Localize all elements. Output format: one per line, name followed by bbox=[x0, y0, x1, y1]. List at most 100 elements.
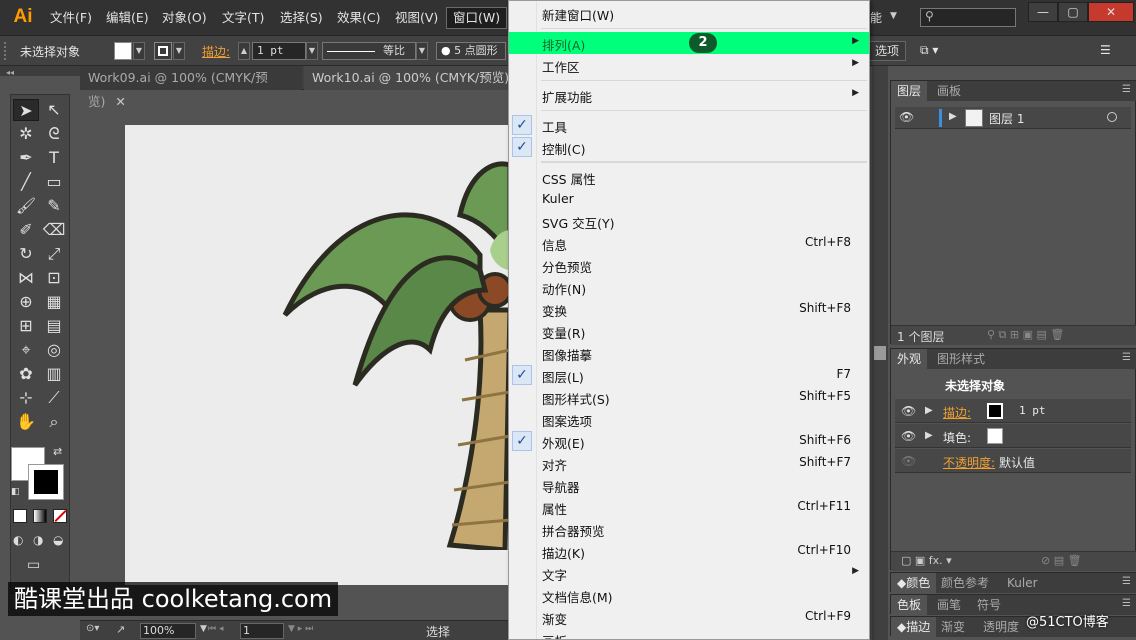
menu-item[interactable]: 文档信息(M) bbox=[509, 584, 869, 606]
slice-tool-icon[interactable]: ⟋ bbox=[41, 387, 67, 409]
eyedropper-tool-icon[interactable]: ⌖ bbox=[13, 339, 39, 361]
minimize-button[interactable]: — bbox=[1028, 2, 1058, 22]
tab-swatches[interactable]: 色板 bbox=[891, 595, 928, 615]
width-tool-icon[interactable]: ⋈ bbox=[13, 267, 39, 289]
chevron-down-icon[interactable]: ▼ bbox=[306, 42, 318, 60]
zoom-field[interactable]: 100% bbox=[140, 623, 196, 639]
pencil-tool-icon[interactable]: ✎ bbox=[41, 195, 67, 217]
eraser-tool-icon[interactable]: ⌫ bbox=[41, 219, 67, 241]
shape-builder-tool-icon[interactable]: ⊕ bbox=[13, 291, 39, 313]
menu-item[interactable]: ✓ 控制(C) bbox=[509, 136, 869, 158]
stroke-weight-field[interactable]: 1 pt bbox=[252, 42, 306, 60]
tab-brushes[interactable]: 画笔 bbox=[931, 595, 967, 615]
target-circle-icon[interactable] bbox=[1107, 112, 1117, 122]
screen-mode-icon[interactable]: ▭ bbox=[27, 557, 40, 573]
menu-item[interactable]: 分色预览 bbox=[509, 254, 869, 276]
pen-tool-icon[interactable]: ✒ bbox=[13, 147, 39, 169]
tab-layers[interactable]: 图层 bbox=[891, 81, 928, 101]
menu-item[interactable]: 工作区 ▶ bbox=[509, 54, 869, 76]
menu-item[interactable]: 新建窗口(W) bbox=[509, 2, 869, 24]
stepper-icon[interactable]: ▲ bbox=[238, 42, 250, 60]
opacity-label-link[interactable]: 不透明度: bbox=[943, 454, 995, 471]
tab-gradient[interactable]: 渐变 bbox=[935, 617, 971, 637]
swap-colors-icon[interactable]: ⇄ bbox=[53, 445, 62, 458]
close-button[interactable]: ✕ bbox=[1088, 2, 1134, 22]
collapse-icon[interactable]: ◂◂ bbox=[6, 68, 14, 77]
brush-select[interactable]: ● 5 点圆形 bbox=[436, 42, 506, 60]
workspace-switcher[interactable]: 能 bbox=[870, 9, 882, 26]
stroke-color-swatch[interactable] bbox=[28, 464, 64, 500]
layer-row[interactable]: 👁 ▶ 图层 1 bbox=[895, 107, 1131, 129]
mesh-tool-icon[interactable]: ⊞ bbox=[13, 315, 39, 337]
column-graph-tool-icon[interactable]: ▥ bbox=[41, 363, 67, 385]
rotate-tool-icon[interactable]: ↻ bbox=[13, 243, 39, 265]
appearance-stroke-row[interactable]: 👁 ▶ 描边: 1 pt bbox=[895, 399, 1131, 423]
panel-menu-icon[interactable]: ☰ bbox=[1100, 43, 1111, 57]
expand-triangle-icon[interactable]: ▶ bbox=[925, 430, 933, 441]
symbol-sprayer-tool-icon[interactable]: ✿ bbox=[13, 363, 39, 385]
panel-menu-icon[interactable]: ☰ bbox=[1122, 352, 1131, 363]
tab-color-guide[interactable]: 颜色参考 bbox=[935, 573, 995, 593]
eye-icon[interactable]: 👁 bbox=[899, 110, 914, 124]
selection-tool-icon[interactable]: ➤ bbox=[13, 99, 39, 121]
default-colors-icon[interactable]: ◧ bbox=[11, 487, 20, 497]
menu-item[interactable]: 描边(K) Ctrl+F10 bbox=[509, 540, 869, 562]
stroke-profile-select[interactable]: 等比 bbox=[322, 42, 416, 60]
menu-item[interactable]: 画板 bbox=[509, 628, 869, 639]
menu-select[interactable]: 选择(S) bbox=[280, 9, 323, 27]
color-mode-icon[interactable] bbox=[13, 509, 27, 523]
stroke-swatch[interactable] bbox=[154, 42, 172, 60]
menu-object[interactable]: 对象(O) bbox=[162, 9, 207, 27]
hand-tool-icon[interactable]: ✋ bbox=[13, 411, 39, 433]
menu-item[interactable]: 信息 Ctrl+F8 bbox=[509, 232, 869, 254]
menu-item[interactable]: 图案选项 bbox=[509, 408, 869, 430]
tab-color[interactable]: ◆颜色 bbox=[891, 573, 937, 593]
menu-item[interactable]: 变换 Shift+F8 bbox=[509, 298, 869, 320]
eye-icon[interactable]: 👁 bbox=[901, 404, 916, 418]
menu-item[interactable]: 动作(N) bbox=[509, 276, 869, 298]
rectangle-tool-icon[interactable]: ▭ bbox=[41, 171, 67, 193]
eye-icon[interactable]: 👁 bbox=[901, 454, 916, 468]
menu-item[interactable]: 渐变 Ctrl+F9 bbox=[509, 606, 869, 628]
tab-graphic-styles[interactable]: 图形样式 bbox=[931, 349, 991, 369]
menu-window[interactable]: 窗口(W) bbox=[446, 7, 508, 29]
fill-swatch[interactable] bbox=[987, 428, 1003, 444]
chevron-down-icon[interactable]: ▼ bbox=[133, 42, 145, 60]
layer-name[interactable]: 图层 1 bbox=[989, 110, 1024, 127]
menu-edit[interactable]: 编辑(E) bbox=[106, 9, 149, 27]
tab-kuler[interactable]: Kuler bbox=[1001, 573, 1044, 593]
none-mode-icon[interactable] bbox=[53, 509, 67, 523]
menu-item[interactable]: 扩展功能 ▶ bbox=[509, 84, 869, 106]
menu-item[interactable]: 对齐 Shift+F7 bbox=[509, 452, 869, 474]
menu-item[interactable]: 图像描摹 bbox=[509, 342, 869, 364]
draw-behind-icon[interactable]: ◑ bbox=[33, 533, 43, 547]
type-tool-icon[interactable]: T bbox=[41, 147, 67, 169]
artboard-tool-icon[interactable]: ⊹ bbox=[13, 387, 39, 409]
menu-file[interactable]: 文件(F) bbox=[50, 9, 92, 27]
stroke-swatch[interactable] bbox=[987, 403, 1003, 419]
menu-item[interactable]: Kuler bbox=[509, 188, 869, 210]
vertical-scrollbar[interactable] bbox=[872, 66, 888, 640]
chevron-down-icon[interactable]: ▼ bbox=[416, 42, 428, 60]
menu-effect[interactable]: 效果(C) bbox=[337, 9, 380, 27]
maximize-button[interactable]: ▢ bbox=[1058, 2, 1088, 22]
panel-menu-icon[interactable]: ☰ bbox=[1122, 598, 1131, 609]
close-icon[interactable]: ✕ bbox=[115, 94, 125, 109]
menu-item[interactable]: SVG 交互(Y) bbox=[509, 210, 869, 232]
tab-work09[interactable]: Work09.ai @ 100% (CMYK/预览) ✕ bbox=[80, 66, 302, 109]
panel-menu-icon[interactable]: ☰ bbox=[1122, 84, 1131, 95]
fill-swatch[interactable] bbox=[114, 42, 132, 60]
first-artboard-icon[interactable]: ⏮ ◂ bbox=[208, 624, 223, 634]
menu-item[interactable]: 属性 Ctrl+F11 bbox=[509, 496, 869, 518]
next-artboard-icon[interactable]: ▼ ▸ ⏭ bbox=[288, 624, 313, 634]
zoom-tool-icon[interactable]: ⌕ bbox=[41, 411, 67, 433]
tab-appearance[interactable]: 外观 bbox=[891, 349, 928, 369]
menu-item[interactable]: 导航器 bbox=[509, 474, 869, 496]
scrollbar-thumb[interactable] bbox=[874, 346, 886, 360]
scale-tool-icon[interactable]: ⤢ bbox=[41, 243, 67, 265]
expand-triangle-icon[interactable]: ▶ bbox=[925, 405, 933, 416]
menu-item[interactable]: 拼合器预览 bbox=[509, 518, 869, 540]
open-in-bridge-icon[interactable]: ↗ bbox=[116, 623, 125, 636]
menu-view[interactable]: 视图(V) bbox=[395, 9, 438, 27]
menu-item[interactable]: ✓ 工具 bbox=[509, 114, 869, 136]
